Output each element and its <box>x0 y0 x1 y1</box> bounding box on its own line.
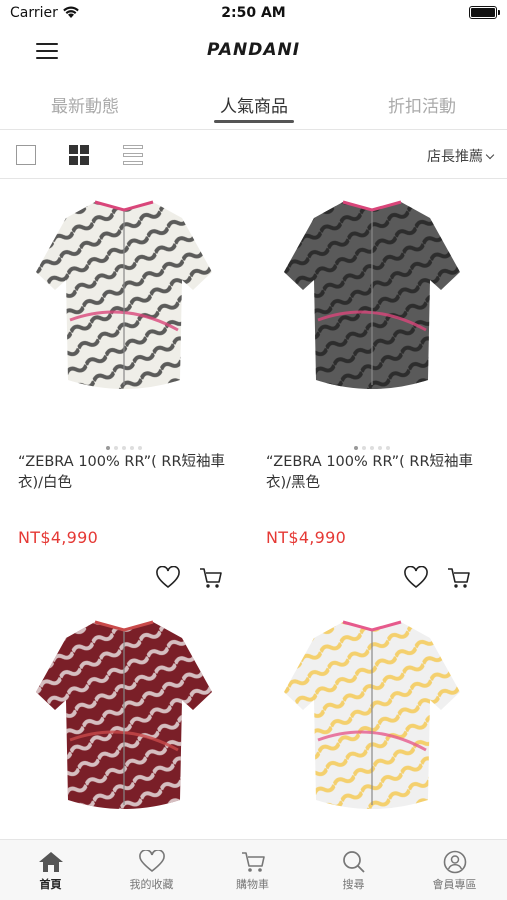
cart-icon <box>241 852 265 872</box>
tabbar-label: 搜尋 <box>342 878 365 891</box>
tabbar-home[interactable]: 首頁 <box>0 840 101 900</box>
tab-popular[interactable]: 人氣商品 <box>194 92 314 117</box>
product-image[interactable] <box>248 600 496 830</box>
search-icon <box>342 851 365 873</box>
home-icon <box>38 852 63 872</box>
list-view-icon[interactable] <box>123 145 143 165</box>
heart-icon <box>138 850 165 873</box>
status-bar: Carrier 2:50 AM <box>0 0 507 28</box>
user-icon <box>443 850 466 874</box>
product-image[interactable] <box>0 600 248 830</box>
sort-label: 店長推薦 <box>427 149 483 165</box>
tab-latest[interactable]: 最新動態 <box>25 92 145 117</box>
tabbar-favorites[interactable]: 我的收藏 <box>101 840 202 900</box>
tabbar-label: 會員專區 <box>432 878 477 891</box>
grid-view-icon[interactable] <box>69 145 89 165</box>
product-image[interactable] <box>0 180 248 410</box>
bottom-tab-bar: 首頁 我的收藏 購物車 搜尋 會員專區 <box>0 839 507 900</box>
category-tabs: 最新動態 人氣商品 折扣活動 <box>0 80 507 130</box>
tabbar-cart[interactable]: 購物車 <box>202 840 303 900</box>
product-price: NT$4,990 <box>266 528 347 547</box>
active-tab-indicator <box>214 120 294 123</box>
tabbar-member[interactable]: 會員專區 <box>404 840 505 900</box>
heart-icon[interactable] <box>403 565 429 594</box>
tabbar-label: 首頁 <box>39 878 62 891</box>
product-name[interactable]: “ZEBRA 100% RR”( RR短袖車衣)/白色 <box>18 452 240 494</box>
add-to-cart-icon[interactable] <box>198 566 224 594</box>
tabbar-label: 我的收藏 <box>129 878 174 891</box>
add-to-cart-icon[interactable] <box>446 566 472 594</box>
tab-discount[interactable]: 折扣活動 <box>362 92 482 117</box>
brand-logo[interactable]: PANDANI <box>0 40 507 60</box>
product-price: NT$4,990 <box>18 528 99 547</box>
chevron-down-icon <box>485 150 495 160</box>
tabbar-label: 購物車 <box>236 878 269 891</box>
product-name[interactable]: “ZEBRA 100% RR”( RR短袖車衣)/黑色 <box>266 452 488 494</box>
product-image[interactable] <box>248 180 496 410</box>
nav-bar: PANDANI <box>0 28 507 76</box>
battery-icon <box>469 6 500 19</box>
sort-dropdown[interactable]: 店長推薦 <box>427 146 495 166</box>
clock: 2:50 AM <box>221 5 286 21</box>
tabbar-search[interactable]: 搜尋 <box>303 840 404 900</box>
single-view-icon[interactable] <box>16 145 36 165</box>
heart-icon[interactable] <box>155 565 181 594</box>
view-toolbar: 店長推薦 <box>0 131 507 179</box>
